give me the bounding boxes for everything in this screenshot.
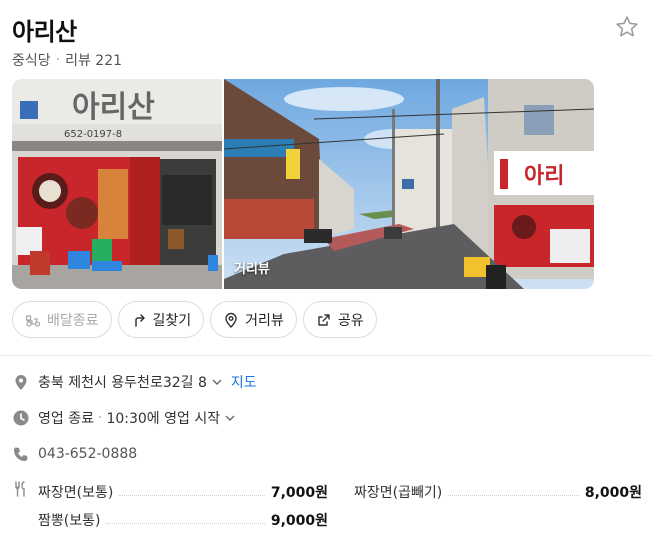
delivery-closed-button[interactable]: 배달종료 [12,301,112,338]
menu-item: 짬뽕(보통) 9,000원 [38,510,328,530]
hours-row: 영업 종료 · 10:30에 영업 시작 [12,408,640,428]
leader-dots [106,522,265,524]
storefront-image: 아리산 652-0197-8 [12,79,222,289]
share-button[interactable]: 공유 [302,301,377,338]
separator-dot: · [55,52,61,68]
leader-dots [119,494,265,496]
hours-separator: · [97,410,103,426]
sign-text: 아리산 [72,90,155,125]
directions-label: 길찾기 [152,312,192,329]
streetview-button[interactable]: 거리뷰 [210,301,297,338]
action-bar: 배달종료 길찾기 거리뷰 공유 [12,301,377,338]
chevron-down-icon[interactable] [211,376,223,388]
leader-dots [448,494,579,496]
phone-number[interactable]: 043-652-0888 [38,446,137,462]
menu-item-name: 짜장면(보통) [38,485,114,501]
streetview-label: 거리뷰 [234,262,270,277]
address-text: 충북 제천시 용두천로32길 8 [38,375,207,391]
place-subtitle: 중식당 · 리뷰 221 [12,50,122,70]
directions-button[interactable]: 길찾기 [117,301,205,338]
menu-item-name: 짜장면(곱빼기) [354,485,443,501]
hours-status: 영업 종료 [38,411,94,427]
phone-icon [12,445,30,463]
menu-item-name: 짬뽕(보통) [38,513,101,529]
fork-knife-icon [12,480,30,498]
share-label: 공유 [337,312,364,329]
section-divider [0,355,652,356]
review-count[interactable]: 리뷰 221 [65,50,122,70]
map-pin-icon [12,373,30,391]
menu-item: 짜장면(곱빼기) 8,000원 [354,482,642,502]
location-pin-icon [223,312,239,328]
hours-chevron-down-icon[interactable] [224,412,236,424]
delivery-closed-label: 배달종료 [47,312,99,329]
map-link[interactable]: 지도 [231,372,257,392]
menu-item-price: 8,000원 [584,485,642,501]
address-row: 충북 제천시 용두천로32길 8 지도 [12,372,640,392]
clock-icon [12,409,30,427]
hours-detail: 10:30에 영업 시작 [106,411,221,427]
category-label: 중식당 [12,53,51,69]
sign-phone: 652-0197-8 [64,129,122,140]
storefront-photo[interactable]: 아리산 652-0197-8 [12,79,222,289]
phone-row: 043-652-0888 [12,445,640,463]
scooter-icon [25,312,41,328]
place-title: 아리산 [12,18,77,46]
directions-arrow-icon [131,312,147,328]
streetview-image: 아리 [224,79,594,289]
streetview-photo[interactable]: 아리 거리뷰 [224,79,594,289]
menu-item: 짜장면(보통) 7,000원 [38,482,328,502]
menu-item-price: 9,000원 [270,513,328,529]
streetview-button-label: 거리뷰 [245,312,284,329]
star-icon[interactable] [614,14,640,40]
menu-item-price: 7,000원 [270,485,328,501]
photo-gallery: 아리산 652-0197-8 아리 거리뷰 [12,79,594,289]
place-header: 아리산 중식당 · 리뷰 221 [12,10,640,70]
share-icon [316,312,332,328]
svg-text:아리: 아리 [524,164,564,189]
